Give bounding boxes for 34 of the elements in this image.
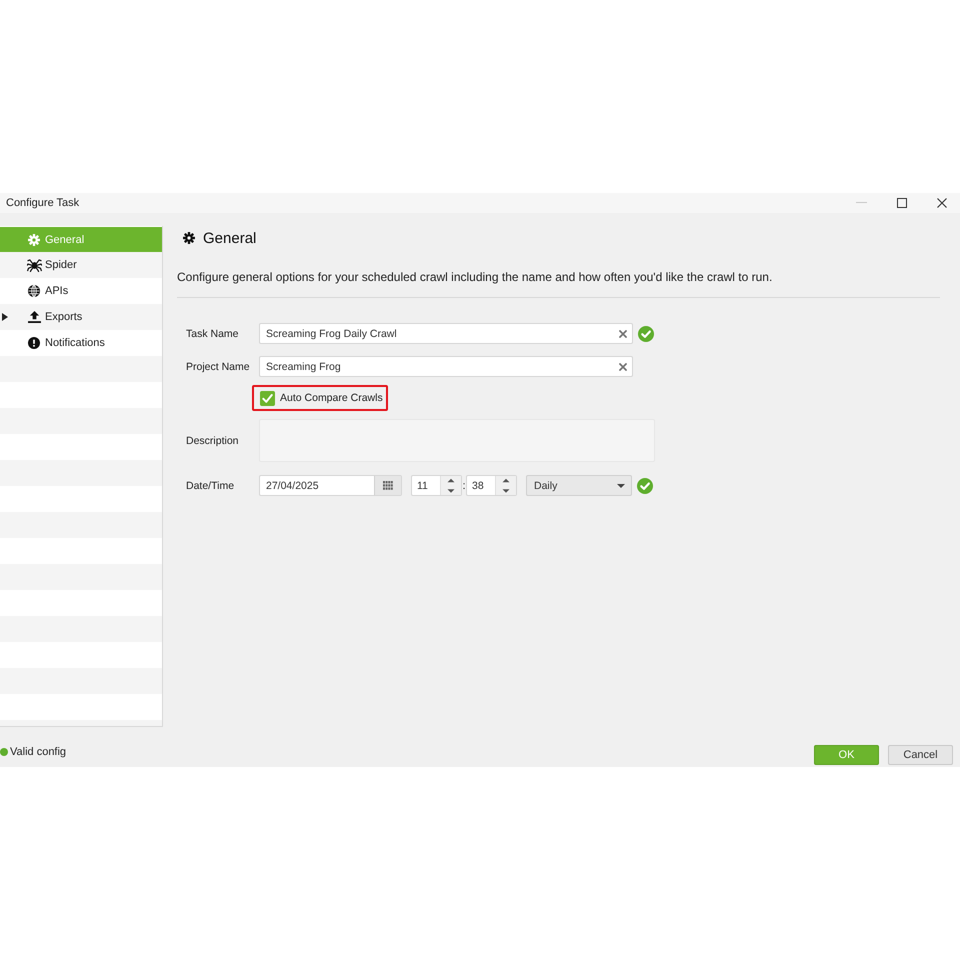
expand-arrow-icon[interactable] [2, 313, 8, 321]
task-name-field[interactable]: Screaming Frog Daily Crawl [259, 323, 633, 344]
date-field[interactable]: 27/04/2025 [259, 475, 402, 496]
project-name-field[interactable]: Screaming Frog [259, 356, 633, 377]
calendar-icon [383, 481, 393, 490]
alert-icon [28, 337, 40, 349]
hour-field[interactable]: 11 [411, 475, 462, 496]
close-icon[interactable] [937, 198, 947, 208]
field-label: Task Name [186, 328, 240, 340]
clear-icon[interactable] [619, 330, 627, 338]
gear-icon [28, 234, 40, 246]
page-title: General [203, 230, 256, 246]
spider-icon [26, 258, 42, 272]
checkbox-label[interactable]: Auto Compare Crawls [280, 392, 383, 404]
field-label: Project Name [186, 360, 251, 372]
window-title: Configure Task [6, 197, 80, 209]
caret-icon [617, 484, 625, 488]
gear-icon [183, 232, 195, 244]
checkbox[interactable] [260, 390, 275, 406]
field-label: Date/Time [186, 480, 236, 492]
field-label: Description [186, 434, 240, 446]
calendar-button[interactable] [374, 476, 401, 495]
page-description: Configure general options for your scheduled crawl including the name and how often you'd like the crawl to run. [177, 270, 774, 284]
clear-icon[interactable] [619, 362, 627, 370]
sidebar-item[interactable]: Exports [0, 304, 162, 330]
status-text: Valid config [10, 746, 66, 758]
cancel-button[interactable]: Cancel [888, 745, 953, 765]
time-separator: : [462, 480, 466, 492]
maximize-icon[interactable] [897, 198, 907, 208]
sidebar-item[interactable]: Spider [0, 252, 162, 278]
upload-icon [28, 311, 40, 323]
globe-icon [28, 285, 40, 297]
minute-field[interactable]: 38 [466, 475, 517, 496]
frequency-dropdown[interactable]: Daily [526, 475, 632, 496]
